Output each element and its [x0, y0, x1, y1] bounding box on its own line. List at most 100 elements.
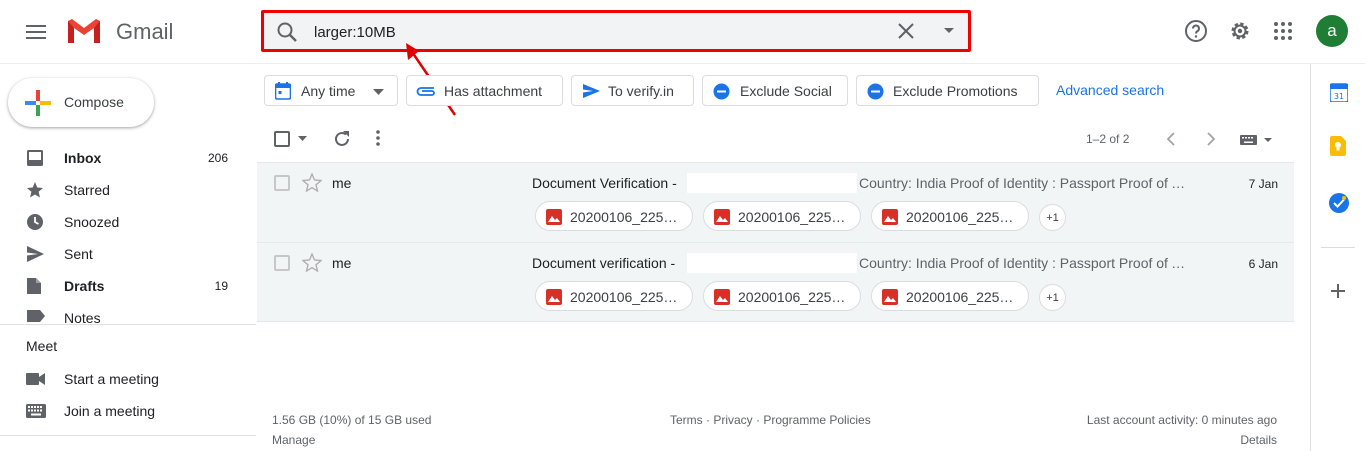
- meet-section-title: Meet: [26, 338, 58, 354]
- keep-app-icon[interactable]: [1330, 136, 1346, 156]
- header: Gmail a: [0, 0, 1365, 64]
- select-all-checkbox[interactable]: [274, 131, 290, 147]
- image-file-icon: [882, 289, 898, 305]
- email-sender: me: [332, 255, 352, 271]
- sidebar-item-sent[interactable]: Sent: [0, 238, 256, 270]
- video-icon: [26, 372, 46, 386]
- chevron-right-icon[interactable]: [1206, 132, 1216, 146]
- sidebar-item-label: Drafts: [64, 278, 105, 294]
- star-icon: [26, 181, 44, 199]
- sidebar-item-snoozed[interactable]: Snoozed: [0, 206, 256, 238]
- attachment-chip[interactable]: 20200106_225…: [871, 281, 1029, 311]
- star-icon[interactable]: [302, 173, 322, 192]
- add-addon-icon[interactable]: [1331, 284, 1345, 298]
- image-file-icon: [714, 209, 730, 225]
- attachment-name: 20200106_225…: [570, 289, 678, 305]
- attachment-chip[interactable]: 20200106_225…: [535, 281, 693, 311]
- chip-label: Exclude Promotions: [893, 83, 1018, 99]
- brand-name[interactable]: Gmail: [116, 19, 173, 45]
- avatar[interactable]: a: [1316, 15, 1348, 47]
- gear-icon[interactable]: [1228, 19, 1252, 43]
- email-snippet: Country: India Proof of Identity : Passp…: [859, 255, 1189, 271]
- main-menu-icon[interactable]: [20, 16, 52, 48]
- email-date: 7 Jan: [1248, 177, 1278, 191]
- input-tools-icon[interactable]: [1240, 134, 1274, 146]
- policies-links[interactable]: Terms · Privacy · Programme Policies: [670, 413, 871, 427]
- attachment-name: 20200106_225…: [738, 289, 846, 305]
- chip-label: Has attachment: [444, 83, 543, 99]
- more-vert-icon[interactable]: [376, 130, 380, 146]
- email-subject: Document Verification -: [532, 175, 677, 191]
- minus-circle-icon: [867, 83, 884, 100]
- attachment-chip[interactable]: 20200106_225…: [703, 281, 861, 311]
- chip-has-attachment[interactable]: Has attachment: [406, 75, 563, 106]
- draft-icon: [26, 277, 42, 295]
- refresh-icon[interactable]: [333, 130, 351, 148]
- inbox-icon: [26, 149, 44, 167]
- keyboard-icon: [26, 404, 46, 418]
- activity-details-link[interactable]: Details: [1240, 433, 1277, 447]
- search-options-icon[interactable]: [943, 27, 955, 35]
- search-icon[interactable]: [276, 21, 298, 43]
- tasks-app-icon[interactable]: [1329, 193, 1349, 213]
- sidebar-item-label: Notes: [64, 310, 101, 324]
- join-meeting-label: Join a meeting: [64, 403, 156, 419]
- chip-label: Exclude Social: [740, 83, 832, 99]
- email-date: 6 Jan: [1248, 257, 1278, 271]
- email-subject: Document verification -: [532, 255, 676, 271]
- sidebar-item-inbox[interactable]: Inbox 206: [0, 142, 256, 174]
- chevron-down-icon[interactable]: [298, 136, 307, 141]
- send-icon: [26, 245, 45, 263]
- help-icon[interactable]: [1184, 19, 1208, 43]
- row-checkbox[interactable]: [274, 175, 290, 191]
- svg-text:31: 31: [1334, 92, 1344, 101]
- join-meeting-item[interactable]: Join a meeting: [0, 395, 256, 427]
- attachment-name: 20200106_225…: [738, 209, 846, 225]
- compose-button[interactable]: Compose: [8, 78, 154, 127]
- chip-to-verify[interactable]: To verify.in: [571, 75, 694, 106]
- sidebar-divider: [0, 324, 256, 325]
- search-bar[interactable]: [261, 10, 971, 52]
- star-icon[interactable]: [302, 253, 322, 272]
- attachment-chip[interactable]: 20200106_225…: [703, 201, 861, 231]
- gmail-logo-icon[interactable]: [66, 17, 102, 45]
- label-icon: [26, 309, 46, 323]
- more-attachments-badge[interactable]: +1: [1039, 204, 1066, 231]
- attachment-chip[interactable]: 20200106_225…: [871, 201, 1029, 231]
- rail-divider: [1321, 247, 1355, 248]
- start-meeting-label: Start a meeting: [64, 371, 159, 387]
- send-icon: [582, 83, 601, 99]
- compose-label: Compose: [64, 94, 124, 110]
- calendar-app-icon[interactable]: 31: [1330, 82, 1348, 102]
- sidebar-item-label: Sent: [64, 246, 93, 262]
- chip-any-time[interactable]: Any time: [264, 75, 398, 106]
- email-row[interactable]: me Document verification - Country: Indi…: [257, 242, 1294, 322]
- chip-label: Any time: [301, 83, 356, 99]
- chevron-left-icon[interactable]: [1166, 132, 1176, 146]
- chip-exclude-promotions[interactable]: Exclude Promotions: [856, 75, 1039, 106]
- drafts-count: 19: [214, 279, 228, 293]
- clear-search-icon[interactable]: [897, 22, 915, 40]
- manage-storage-link[interactable]: Manage: [272, 433, 315, 447]
- chip-label: To verify.in: [608, 83, 674, 99]
- email-row[interactable]: me Document Verification - Country: Indi…: [257, 162, 1294, 242]
- start-meeting-item[interactable]: Start a meeting: [0, 363, 256, 395]
- image-file-icon: [882, 209, 898, 225]
- search-input[interactable]: [314, 20, 874, 44]
- attachment-name: 20200106_225…: [906, 209, 1014, 225]
- attachment-chip[interactable]: 20200106_225…: [535, 201, 693, 231]
- chip-exclude-social[interactable]: Exclude Social: [702, 75, 848, 106]
- last-activity: Last account activity: 0 minutes ago: [1086, 413, 1277, 427]
- apps-grid-icon[interactable]: [1273, 21, 1293, 41]
- row-checkbox[interactable]: [274, 255, 290, 271]
- sidebar-item-starred[interactable]: Starred: [0, 174, 256, 206]
- pagination-text: 1–2 of 2: [1086, 132, 1130, 146]
- email-snippet: Country: India Proof of Identity : Passp…: [859, 175, 1189, 191]
- advanced-search-link[interactable]: Advanced search: [1056, 82, 1164, 98]
- more-attachments-badge[interactable]: +1: [1039, 284, 1066, 311]
- sidebar-item-label: Starred: [64, 182, 110, 198]
- sidebar-item-drafts[interactable]: Drafts 19: [0, 270, 256, 302]
- minus-circle-icon: [713, 83, 730, 100]
- sidebar-item-notes[interactable]: Notes: [0, 302, 256, 324]
- plus-icon: [25, 90, 51, 116]
